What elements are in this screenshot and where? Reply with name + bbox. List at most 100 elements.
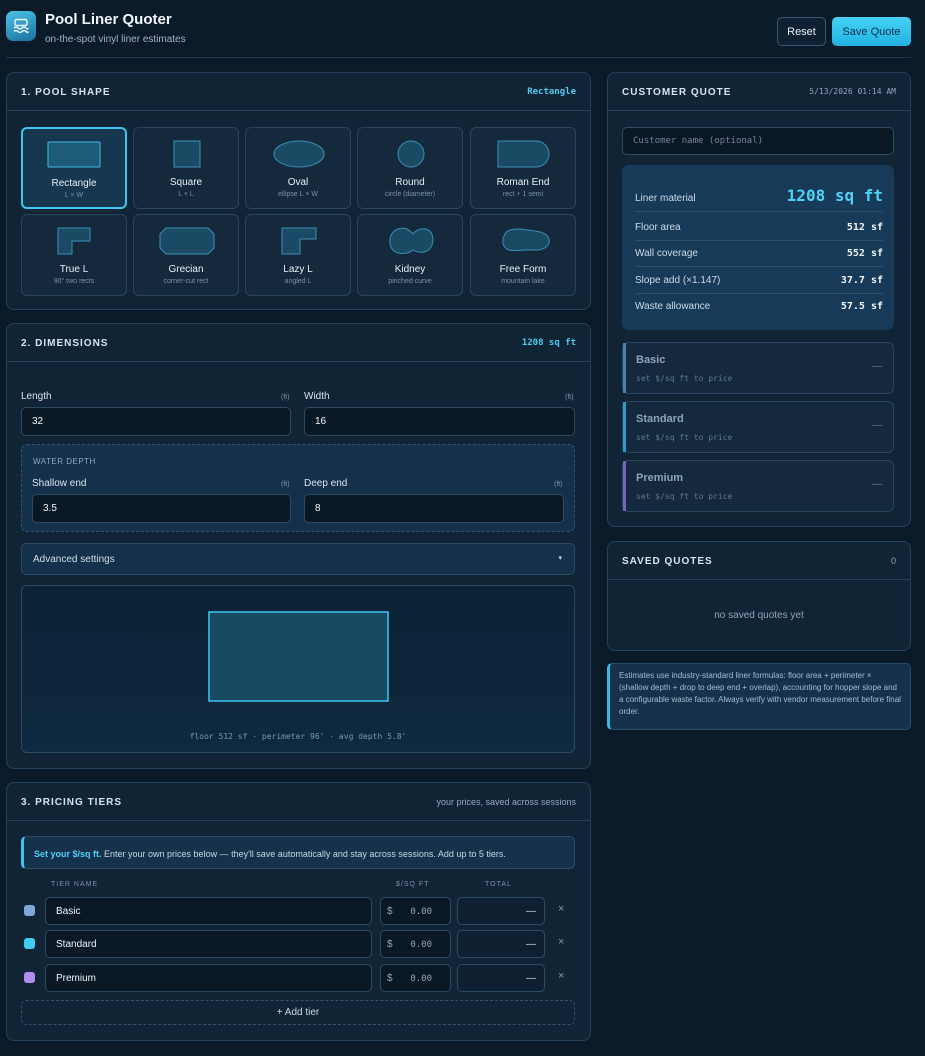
quote-tier-value: — [872, 361, 882, 372]
pool-shape-panel: 1. POOL SHAPE Rectangle Rectangle L × W … [6, 72, 591, 310]
remove-tier-icon[interactable]: × [558, 936, 564, 948]
quote-row: Floor area 512 sf [635, 222, 883, 233]
shape-option-rectangle[interactable]: Rectangle L × W [21, 127, 127, 209]
oval-shape-icon [273, 140, 325, 168]
shape-option-square[interactable]: Square L × L [133, 127, 239, 209]
shallow-end-label: Shallow end [32, 478, 87, 489]
width-unit: (ft) [565, 394, 574, 401]
quote-row-label: Waste allowance [635, 301, 711, 312]
tier-color-swatch[interactable] [24, 938, 35, 949]
saved-quotes-count: 0 [890, 556, 896, 566]
quote-tier-hint: set $/sq ft to price [636, 492, 733, 501]
currency-symbol: $ [387, 973, 393, 984]
panel-header: CUSTOMER QUOTE 5/13/2026 01:14 AM [608, 73, 910, 111]
selected-shape-label: Rectangle [527, 87, 576, 97]
shape-label: Round [395, 177, 425, 188]
rectangle-shape-icon [47, 141, 101, 168]
shape-hint: ellipse L × W [277, 191, 318, 198]
panel-title: 1. POOL SHAPE [21, 87, 111, 98]
shape-label: Free Form [499, 264, 547, 275]
tier-total: — [457, 897, 545, 925]
tier-total-value: — [526, 973, 536, 984]
saved-quotes-panel: SAVED QUOTES 0 no saved quotes yet [607, 541, 911, 651]
tier-total-value: — [526, 906, 536, 917]
round-shape-icon [397, 140, 425, 168]
tier-row: Standard $0.00 — × [21, 930, 581, 958]
tier-price-value: 0.00 [410, 974, 432, 984]
liner-material-label: Liner material [635, 193, 696, 204]
tier-accent-bar [623, 343, 626, 393]
shape-hint: mountain lake [501, 278, 545, 285]
kidney-shape-icon [389, 227, 434, 254]
tier-price-value: 0.00 [410, 907, 432, 917]
add-tier-button[interactable]: + Add tier [21, 1000, 575, 1025]
col-head-total: TOTAL [485, 881, 512, 888]
shape-option-oval[interactable]: Oval ellipse L × W [245, 127, 351, 209]
quote-row-label: Wall coverage [635, 248, 698, 259]
row-divider [635, 240, 883, 241]
width-label: Width [304, 391, 330, 402]
shape-option-round[interactable]: Round circle (diameter) [357, 127, 463, 209]
shape-label: True L [59, 264, 89, 275]
advanced-settings-label: Advanced settings [33, 554, 115, 565]
tier-price-input[interactable]: $0.00 [380, 930, 451, 958]
quote-tier-card: Premium set $/sq ft to price — [622, 460, 894, 512]
deep-end-input[interactable]: 8 [304, 494, 564, 523]
tier-color-swatch[interactable] [24, 972, 35, 983]
tier-price-input[interactable]: $0.00 [380, 897, 451, 925]
free-form-shape-icon [502, 228, 550, 252]
tier-total: — [457, 964, 545, 992]
quote-tier-value: — [872, 479, 882, 490]
tier-row: Basic $0.00 — × [21, 897, 581, 925]
customer-name-input[interactable]: Customer name (optional) [622, 127, 894, 155]
shape-hint: 90° two rects [53, 278, 95, 285]
water-depth-title: WATER DEPTH [33, 457, 96, 466]
shape-option-free-form[interactable]: Free Form mountain lake [470, 214, 576, 296]
remove-tier-icon[interactable]: × [558, 903, 564, 915]
tier-price-input[interactable]: $0.00 [380, 964, 451, 992]
shape-label: Square [169, 177, 203, 188]
save-quote-button[interactable]: Save Quote [832, 17, 911, 46]
col-head-price: $/SQ FT [396, 881, 430, 888]
width-input[interactable]: 16 [304, 407, 575, 436]
tier-name-input[interactable]: Basic [45, 897, 372, 925]
shape-hint: circle (diameter) [384, 191, 436, 198]
tier-color-swatch[interactable] [24, 905, 35, 916]
shape-option-grecian[interactable]: Grecian corner-cut rect [133, 214, 239, 296]
shape-option-lazy-l[interactable]: Lazy L angled L [245, 214, 351, 296]
pricing-note: your prices, saved across sessions [436, 797, 576, 807]
liner-material-row: Liner material 1208 sq ft [635, 186, 883, 205]
shape-hint: pinched curve [388, 278, 432, 285]
quote-row: Slope add (×1.147) 37.7 sf [635, 275, 883, 286]
tier-name-input[interactable]: Standard [45, 930, 372, 958]
row-divider [635, 293, 883, 294]
shape-option-roman-end[interactable]: Roman End rect + 1 semi [470, 127, 576, 209]
formula-note: Estimates use industry-standard liner fo… [607, 663, 911, 730]
length-input[interactable]: 32 [21, 407, 291, 436]
app-title: Pool Liner Quoter [45, 11, 172, 28]
pool-preview: floor 512 sf · perimeter 96' · avg depth… [21, 585, 575, 753]
shape-label: Roman End [496, 177, 550, 188]
shape-option-kidney[interactable]: Kidney pinched curve [357, 214, 463, 296]
callout-text: Enter your own prices below — they'll sa… [101, 849, 506, 859]
quote-tier-name: Premium [636, 472, 684, 484]
remove-tier-icon[interactable]: × [558, 970, 564, 982]
currency-symbol: $ [387, 906, 393, 917]
panel-header: 1. POOL SHAPE Rectangle [7, 73, 590, 111]
tier-price-value: 0.00 [410, 940, 432, 950]
shape-hint: corner-cut rect [163, 278, 209, 285]
quote-row-value: 552 sf [846, 248, 883, 259]
row-divider [635, 266, 883, 267]
tier-name-input[interactable]: Premium [45, 964, 372, 992]
shape-label: Oval [287, 177, 309, 188]
shape-label: Rectangle [51, 178, 97, 189]
shallow-end-input[interactable]: 3.5 [32, 494, 291, 523]
app-header: Pool Liner Quoter on-the-spot vinyl line… [0, 0, 925, 58]
col-head-tier-name: TIER NAME [51, 881, 99, 888]
reset-button[interactable]: Reset [777, 17, 826, 46]
shape-option-true-l[interactable]: True L 90° two rects [21, 214, 127, 296]
true-l-shape-icon [57, 227, 91, 255]
pool-waves-logo-icon [6, 11, 36, 41]
advanced-settings-toggle[interactable]: Advanced settings ▾ [21, 543, 575, 575]
shape-hint: L × W [64, 192, 84, 199]
